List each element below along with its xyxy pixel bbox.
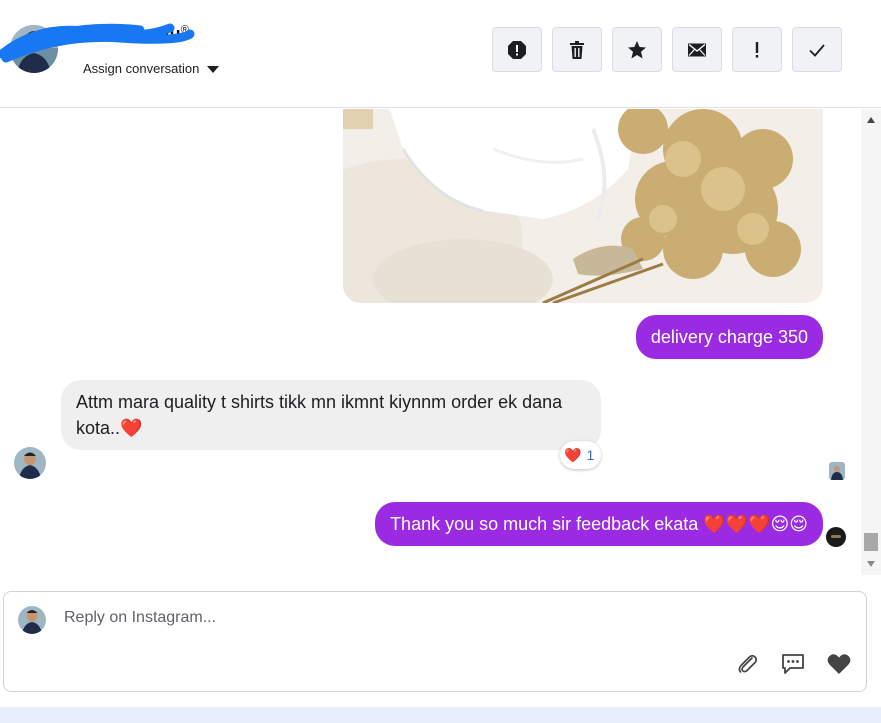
page-avatar: [826, 527, 846, 547]
outgoing-message[interactable]: Thank you so much sir feedback ekata ❤️❤…: [375, 502, 823, 546]
follow-up-button[interactable]: [732, 27, 782, 72]
star-icon: [628, 40, 646, 58]
delete-button[interactable]: [552, 27, 602, 72]
alert-octagon-icon: [508, 40, 526, 59]
message-image[interactable]: [343, 109, 823, 303]
star-button[interactable]: [612, 27, 662, 72]
outgoing-message[interactable]: delivery charge 350: [635, 315, 823, 359]
mark-unread-button[interactable]: [672, 27, 722, 72]
reply-avatar: [18, 606, 46, 634]
reply-input[interactable]: [64, 609, 664, 627]
conversation-header: Chanu_nuu® Assign conversation: [0, 0, 881, 108]
scroll-down-arrow-icon[interactable]: [867, 561, 875, 567]
thread-scrollbar[interactable]: [861, 109, 881, 575]
heart-reaction-icon: ❤️: [564, 446, 582, 463]
incoming-message[interactable]: Attm mara quality t shirts tikk mn ikmnt…: [61, 380, 601, 450]
reply-composer: [3, 591, 867, 692]
heart-icon[interactable]: [826, 651, 852, 677]
sender-avatar[interactable]: [14, 443, 46, 483]
page-footer-strip: [0, 707, 881, 723]
caret-down-icon: [207, 65, 220, 73]
scroll-up-arrow-icon[interactable]: [867, 117, 875, 123]
message-thread[interactable]: delivery charge 350 Attm mara quality t …: [0, 109, 861, 575]
redaction-scribble: [0, 23, 195, 63]
checkmark-icon: [809, 43, 825, 57]
saved-replies-icon[interactable]: [780, 651, 806, 677]
reaction-badge[interactable]: ❤️ 1: [560, 441, 602, 469]
assign-label: Assign conversation: [83, 61, 200, 76]
mark-done-button[interactable]: [792, 27, 842, 72]
attachment-icon[interactable]: [734, 651, 760, 677]
exclamation-icon: [755, 41, 759, 58]
assign-conversation-dropdown[interactable]: Assign conversation: [83, 61, 220, 76]
scroll-thumb[interactable]: [864, 533, 878, 551]
reply-actions: [734, 651, 852, 677]
spam-button[interactable]: [492, 27, 542, 72]
trash-icon: [570, 40, 584, 59]
envelope-icon: [688, 43, 706, 56]
reaction-count: 1: [586, 447, 595, 463]
conversation-toolbar: [492, 27, 842, 72]
seen-avatar: [829, 462, 845, 480]
